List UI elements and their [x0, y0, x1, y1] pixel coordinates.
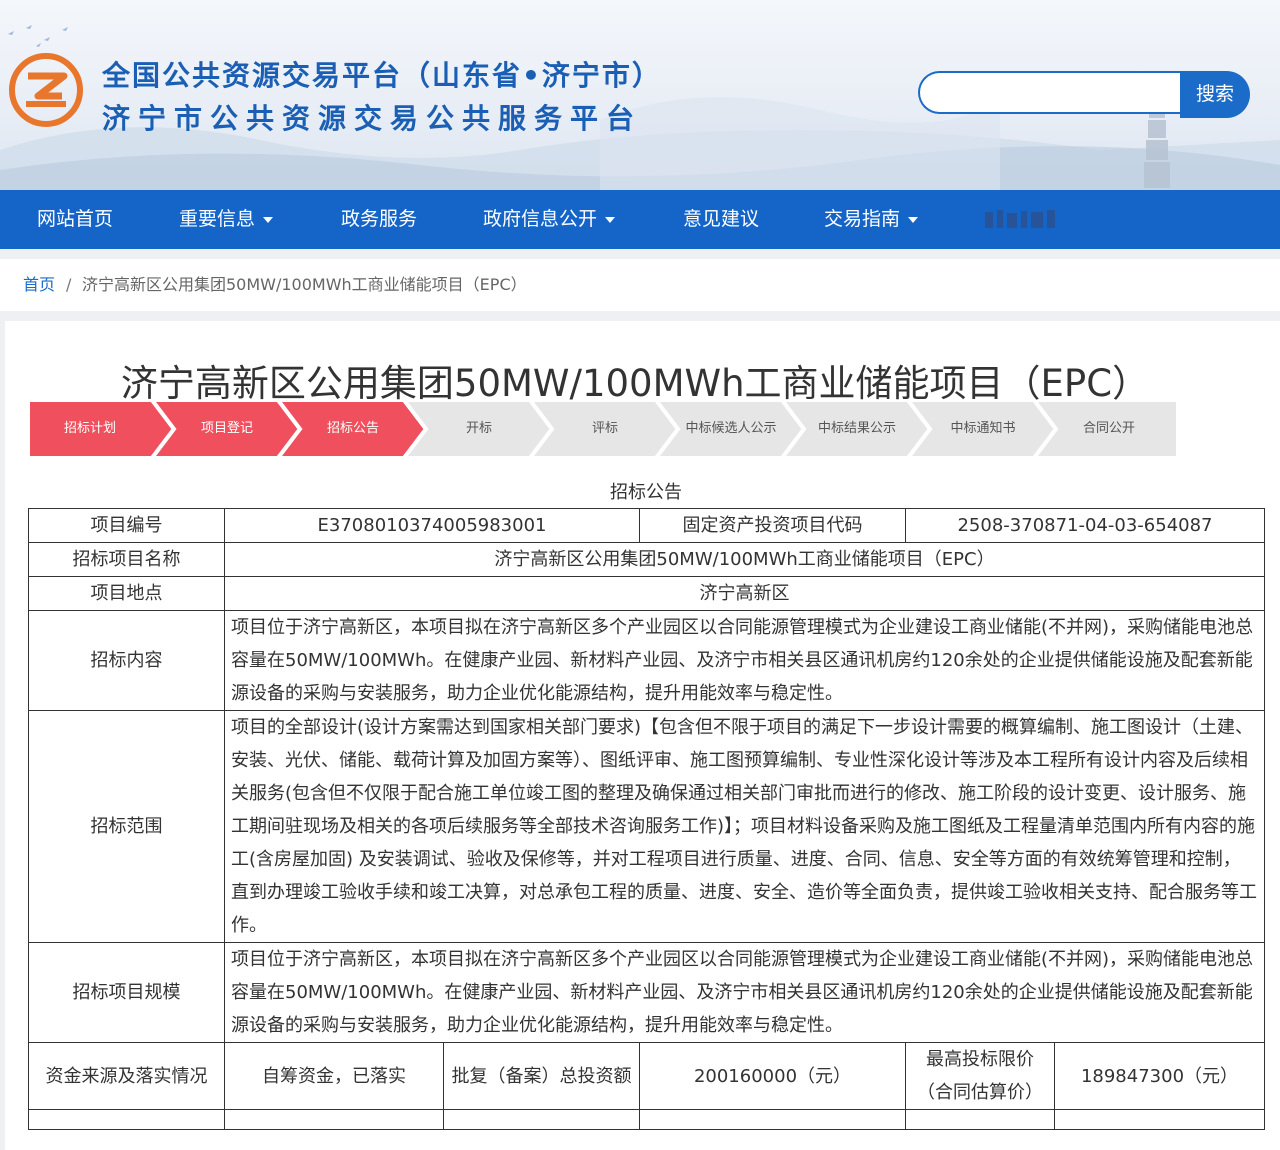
step-bid-opening[interactable]: 开标 — [416, 400, 542, 458]
site-header: 全国公共资源交易平台（山东省•济宁市） 济宁市公共资源交易公共服务平台 搜索 — [0, 0, 1280, 190]
fixed-asset-code-value: 2508-370871-04-03-654087 — [905, 508, 1265, 543]
table-row: 项目地点 济宁高新区 — [28, 576, 1265, 611]
step-contract-disclosure[interactable]: 合同公开 — [1046, 400, 1172, 458]
content-label: 招标内容 — [28, 610, 225, 711]
nav-item-obscured[interactable] — [985, 208, 1065, 232]
step-bidding-plan[interactable]: 招标计划 — [28, 400, 152, 458]
search-button[interactable]: 搜索 — [1180, 71, 1250, 118]
project-name-value: 济宁高新区公用集团50MW/100MWh工商业储能项目（EPC） — [224, 542, 1265, 577]
table-cell — [224, 1109, 444, 1130]
table-row: 招标范围 项目的全部设计(设计方案需达到国家相关部门要求)【包含但不限于项目的满… — [28, 710, 1265, 943]
step-bid-evaluation[interactable]: 评标 — [542, 400, 668, 458]
process-steps: 招标计划 项目登记 招标公告 开标 评标 中标候选人公示 中标结果公示 中标通知… — [28, 400, 1178, 458]
breadcrumb: 首页 / 济宁高新区公用集团50MW/100MWh工商业储能项目（EPC） — [0, 259, 1280, 311]
fund-source-label: 资金来源及落实情况 — [28, 1042, 225, 1110]
table-row: 招标内容 项目位于济宁高新区，本项目拟在济宁高新区多个产业园区以合同能源管理模式… — [28, 610, 1265, 711]
nav-item-label: 意见建议 — [683, 208, 760, 230]
total-investment-label: 批复（备案）总投资额 — [443, 1042, 640, 1110]
table-row: 项目编号 E3708010374005983001 固定资产投资项目代码 250… — [28, 508, 1265, 543]
search-input[interactable] — [918, 71, 1182, 114]
step-bidding-notice[interactable]: 招标公告 — [290, 400, 416, 458]
search-box: 搜索 — [918, 71, 1250, 118]
caret-down-icon — [908, 216, 919, 223]
table-cell — [905, 1109, 1055, 1130]
content-value: 项目位于济宁高新区，本项目拟在济宁高新区多个产业园区以合同能源管理模式为企业建设… — [224, 610, 1265, 711]
fixed-asset-code-label: 固定资产投资项目代码 — [639, 508, 906, 543]
table-row: 资金来源及落实情况 自筹资金，已落实 批复（备案）总投资额 200160000（… — [28, 1042, 1265, 1110]
notice-table: 项目编号 E3708010374005983001 固定资产投资项目代码 250… — [28, 508, 1265, 1130]
step-result-publicity[interactable]: 中标结果公示 — [794, 400, 920, 458]
nav-item-suggestions[interactable]: 意见建议 — [683, 190, 759, 249]
max-price-label: 最高投标限价（合同估算价） — [905, 1042, 1055, 1110]
project-name-label: 招标项目名称 — [28, 542, 225, 577]
main-nav: 网站首页 重要信息 政务服务 政府信息公开 意见建议 交易指南 — [0, 190, 1280, 249]
scope-value: 项目的全部设计(设计方案需达到国家相关部门要求)【包含但不限于项目的满足下一步设… — [224, 710, 1265, 943]
notice-section-title: 招标公告 — [610, 482, 682, 503]
breadcrumb-home-link[interactable]: 首页 — [23, 259, 55, 311]
location-value: 济宁高新区 — [224, 576, 1265, 611]
table-cell — [443, 1109, 640, 1130]
table-row: 招标项目名称 济宁高新区公用集团50MW/100MWh工商业储能项目（EPC） — [28, 542, 1265, 577]
scale-value: 项目位于济宁高新区，本项目拟在济宁高新区多个产业园区以合同能源管理模式为企业建设… — [224, 942, 1265, 1043]
platform-logo-icon — [9, 53, 83, 127]
nav-item-important-info[interactable]: 重要信息 — [179, 190, 274, 249]
table-cell — [28, 1109, 225, 1130]
location-label: 项目地点 — [28, 576, 225, 611]
project-no-value: E3708010374005983001 — [224, 508, 640, 543]
nav-item-label: 交易指南 — [824, 208, 901, 230]
project-no-label: 项目编号 — [28, 508, 225, 543]
caret-down-icon — [605, 216, 616, 223]
scope-label: 招标范围 — [28, 710, 225, 943]
breadcrumb-separator: / — [66, 275, 72, 294]
fund-source-value: 自筹资金，已落实 — [224, 1042, 444, 1110]
nav-item-gov-info-disclosure[interactable]: 政府信息公开 — [483, 190, 616, 249]
nav-item-label: 网站首页 — [37, 208, 114, 230]
caret-down-icon — [263, 216, 274, 223]
platform-title-line2: 济宁市公共资源交易公共服务平台 — [102, 102, 643, 135]
table-row: 招标项目规模 项目位于济宁高新区，本项目拟在济宁高新区多个产业园区以合同能源管理… — [28, 942, 1265, 1043]
page-title: 济宁高新区公用集团50MW/100MWh工商业储能项目（EPC） — [120, 362, 1150, 405]
nav-item-home[interactable]: 网站首页 — [37, 190, 113, 249]
table-cell — [639, 1109, 906, 1130]
step-candidate-publicity[interactable]: 中标候选人公示 — [668, 400, 794, 458]
table-row — [28, 1109, 1265, 1130]
step-award-notice[interactable]: 中标通知书 — [920, 400, 1046, 458]
nav-item-label: 政务服务 — [341, 208, 418, 230]
nav-item-label: 重要信息 — [179, 208, 256, 230]
table-cell — [1054, 1109, 1265, 1130]
scale-label: 招标项目规模 — [28, 942, 225, 1043]
nav-item-label: 政府信息公开 — [483, 208, 598, 230]
breadcrumb-current: 济宁高新区公用集团50MW/100MWh工商业储能项目（EPC） — [82, 275, 527, 294]
max-price-value: 189847300（元） — [1054, 1042, 1265, 1110]
nav-item-government-services[interactable]: 政务服务 — [341, 190, 417, 249]
step-project-registration[interactable]: 项目登记 — [164, 400, 290, 458]
nav-item-trading-guide[interactable]: 交易指南 — [824, 190, 919, 249]
total-investment-value: 200160000（元） — [639, 1042, 906, 1110]
platform-title-line1: 全国公共资源交易平台（山东省•济宁市） — [102, 59, 662, 92]
